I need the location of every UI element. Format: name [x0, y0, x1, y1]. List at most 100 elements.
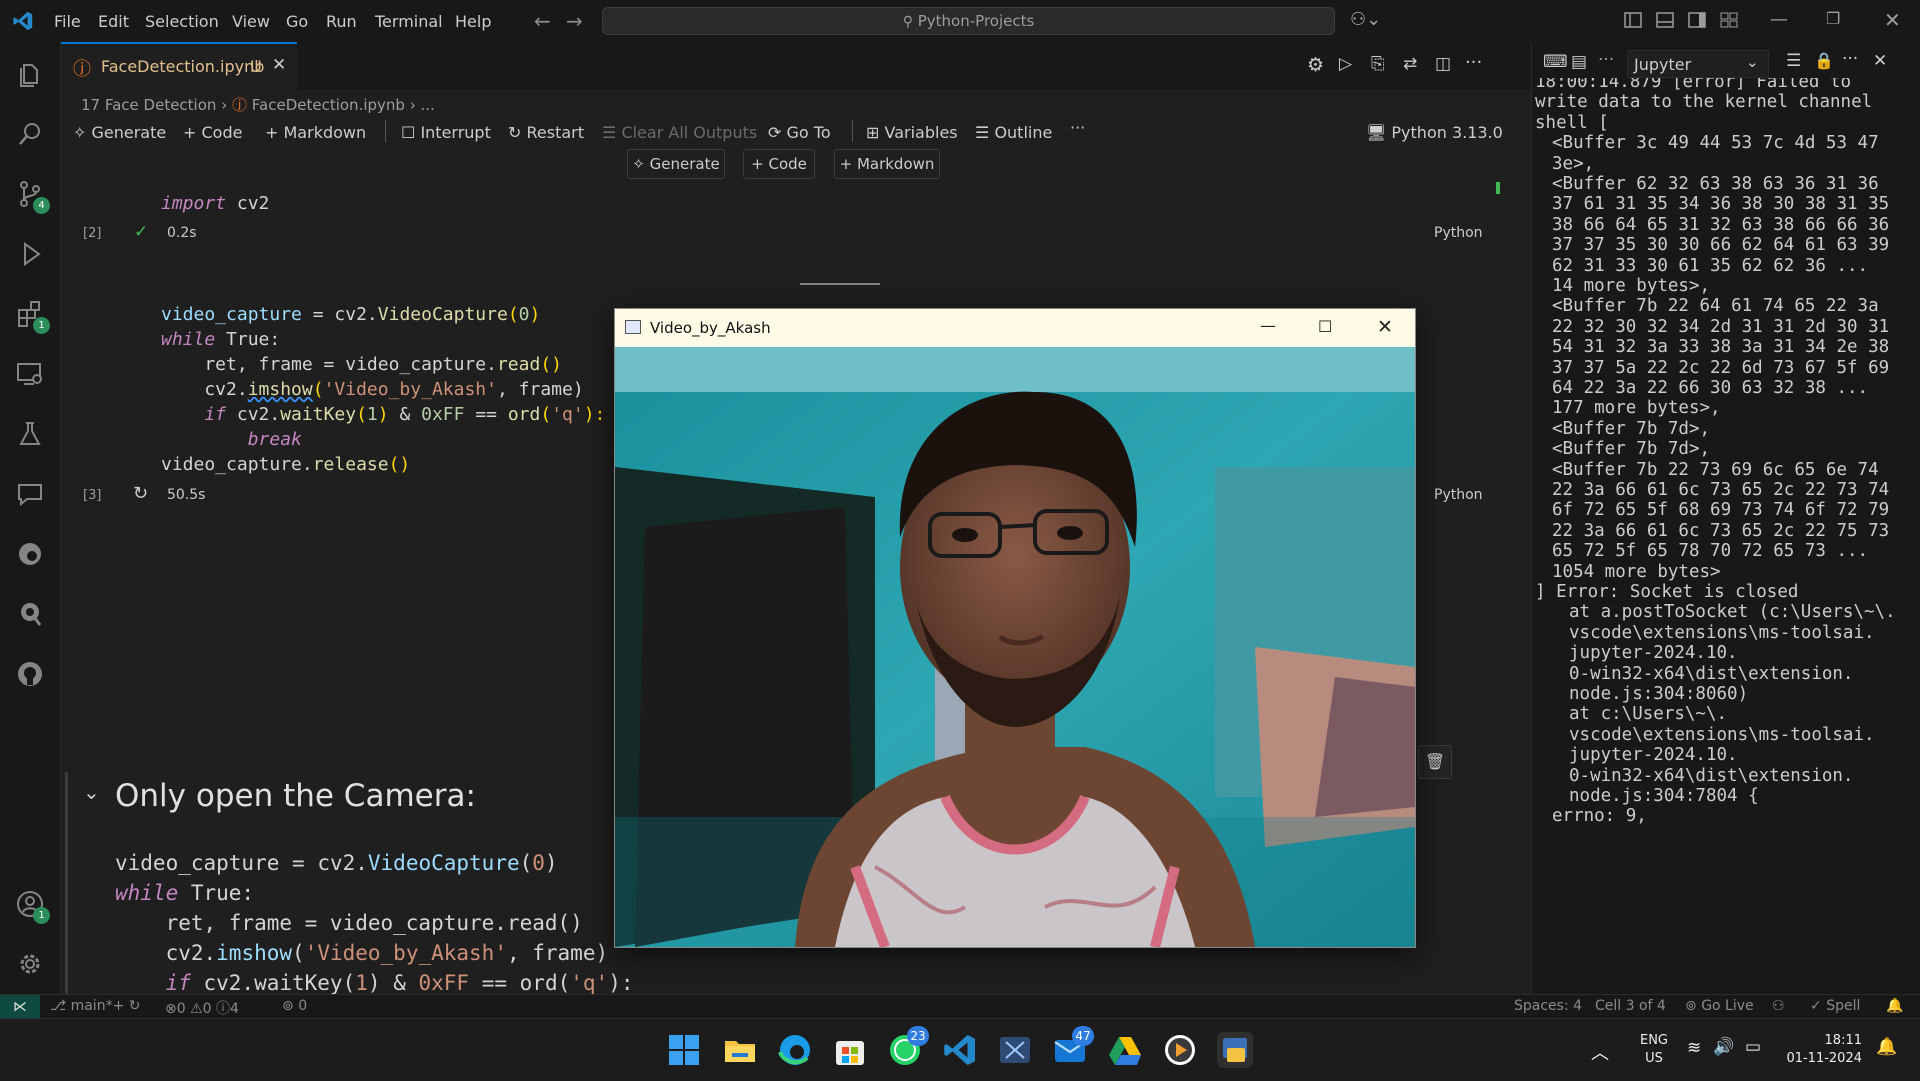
menu-file[interactable]: File	[54, 12, 81, 31]
cell-language[interactable]: Python	[1434, 487, 1483, 503]
show-hidden-icons-chevron-icon[interactable]: ︿	[1591, 1039, 1609, 1065]
delete-cell-button[interactable]: 🗑	[1418, 745, 1452, 779]
menu-terminal[interactable]: Terminal	[375, 12, 443, 31]
outline-button[interactable]: ☰ Outline	[975, 123, 1052, 142]
source-control-icon[interactable]: 4	[15, 179, 50, 214]
panel-close-icon[interactable]: ✕	[1873, 51, 1887, 71]
interrupt-button[interactable]: ☐ Interrupt	[401, 123, 491, 142]
notification-bell-icon[interactable]: 🔔	[1876, 1037, 1897, 1057]
kernel-picker[interactable]: 🖥 Python 3.13.0	[1366, 123, 1503, 142]
menu-view[interactable]: View	[232, 12, 270, 31]
search-icon[interactable]	[15, 119, 45, 149]
split-editor-icon[interactable]: ◫	[1435, 54, 1451, 74]
restore-icon[interactable]: ❐	[1826, 9, 1840, 28]
extensions-icon[interactable]: 1	[15, 299, 50, 334]
remote-explorer-icon[interactable]	[15, 359, 45, 389]
search-editor-icon[interactable]	[15, 599, 45, 629]
output-channel-select[interactable]: Jupyter ⌄	[1627, 50, 1769, 78]
edge-devtools-icon[interactable]	[15, 539, 45, 569]
window-minimize-icon[interactable]: —	[1260, 316, 1276, 335]
indentation-indicator[interactable]: Spaces: 4	[1514, 998, 1582, 1014]
menu-edit[interactable]: Edit	[98, 12, 129, 31]
tab-close-icon[interactable]: ✕	[272, 55, 286, 75]
window-maximize-icon[interactable]: ☐	[1318, 317, 1332, 336]
command-center-search[interactable]: ⚲ Python-Projects	[602, 7, 1335, 35]
filter-lines-icon[interactable]: ☰	[1786, 51, 1801, 71]
close-icon[interactable]: ✕	[1884, 8, 1901, 32]
window-close-icon[interactable]: ✕	[1377, 316, 1393, 338]
explorer-icon[interactable]	[15, 59, 45, 89]
menu-selection[interactable]: Selection	[145, 12, 219, 31]
ports-indicator[interactable]: ⊚ 0	[282, 998, 307, 1014]
lock-scroll-icon[interactable]: 🔒	[1814, 51, 1834, 70]
toggle-primary-sidebar-icon[interactable]	[1624, 12, 1642, 28]
google-drive-icon[interactable]	[1107, 1032, 1143, 1068]
goto-button[interactable]: ⟳ Go To	[768, 123, 831, 142]
terminal-icon[interactable]: ⌨	[1543, 52, 1568, 72]
toggle-panel-icon[interactable]	[1656, 12, 1674, 28]
cell-indicator[interactable]: Cell 3 of 4	[1595, 998, 1666, 1014]
notifications-bell-icon[interactable]: 🔔	[1886, 998, 1903, 1014]
python-app-icon[interactable]	[1217, 1032, 1253, 1068]
output-doc-icon[interactable]: ▤	[1571, 52, 1587, 72]
notebook-settings-gear-icon[interactable]: ⚙	[1307, 54, 1324, 76]
file-explorer-icon[interactable]	[722, 1032, 758, 1068]
breadcrumb-folder[interactable]: 17 Face Detection	[81, 96, 216, 114]
accounts-icon[interactable]: 1	[15, 889, 50, 924]
clock[interactable]: 18:11 01-11-2024	[1782, 1032, 1862, 1068]
insert-generate-button[interactable]: ✧ Generate	[627, 149, 725, 179]
branch-indicator[interactable]: ⎇ main*+ ↻	[50, 998, 141, 1014]
clear-outputs-button[interactable]: ☰ Clear All Outputs	[602, 123, 757, 142]
language-indicator[interactable]: ENG US	[1634, 1032, 1674, 1068]
run-debug-icon[interactable]	[15, 239, 45, 269]
more-actions-icon[interactable]: ···	[1465, 52, 1482, 73]
go-live-button[interactable]: ⊚ Go Live	[1685, 998, 1754, 1014]
breadcrumb-file[interactable]: FaceDetection.ipynb	[252, 96, 405, 114]
remote-indicator[interactable]: ⋉	[0, 995, 40, 1019]
media-player-icon[interactable]	[1162, 1032, 1198, 1068]
panel-views-more-icon[interactable]: ···	[1598, 50, 1614, 70]
menu-run[interactable]: Run	[326, 12, 357, 31]
battery-icon[interactable]: ▭	[1745, 1037, 1761, 1057]
open-changes-icon[interactable]: ⎘	[1371, 54, 1385, 74]
add-markdown-button[interactable]: + Markdown	[265, 123, 366, 142]
breadcrumb-more[interactable]: ...	[421, 96, 435, 114]
toggle-secondary-sidebar-icon[interactable]	[1688, 12, 1706, 28]
cell-language[interactable]: Python	[1434, 225, 1483, 241]
add-code-button[interactable]: + Code	[183, 123, 242, 142]
outlook-mail-icon[interactable]: 47	[1052, 1026, 1094, 1068]
collapse-chevron-icon[interactable]: ⌄	[83, 780, 100, 804]
compare-icon[interactable]: ⇄	[1403, 54, 1417, 74]
microsoft-store-icon[interactable]	[832, 1032, 868, 1068]
copilot-icon[interactable]: ⚇⌄	[1350, 9, 1381, 30]
tab-facedetection[interactable]: ⓙ FaceDetection.ipynb U ✕	[61, 42, 297, 90]
edge-browser-icon[interactable]	[777, 1032, 813, 1068]
vscode-taskbar-icon[interactable]	[942, 1032, 978, 1068]
run-all-icon[interactable]: ▷	[1339, 54, 1352, 74]
menu-help[interactable]: Help	[455, 12, 491, 31]
chat-icon[interactable]	[15, 479, 45, 509]
toolbar-more-button[interactable]: ···	[1070, 118, 1085, 137]
insert-code-button[interactable]: + Code	[743, 149, 815, 179]
problems-indicator[interactable]: ⊗0 ⚠0 ⓘ4	[165, 998, 239, 1018]
forward-arrow-icon[interactable]: →	[566, 9, 583, 33]
spell-indicator[interactable]: ✓ Spell	[1810, 998, 1860, 1014]
variables-button[interactable]: ⊞ Variables	[866, 123, 958, 142]
windows-start-icon[interactable]	[666, 1032, 702, 1068]
minimize-icon[interactable]: —	[1770, 9, 1788, 30]
settings-gear-icon[interactable]	[15, 949, 45, 979]
customize-layout-icon[interactable]	[1720, 12, 1738, 28]
volume-icon[interactable]: 🔊	[1713, 1037, 1734, 1057]
video-window-titlebar[interactable]: Video_by_Akash — ☐ ✕	[615, 309, 1415, 347]
testing-icon[interactable]	[15, 419, 45, 449]
panel-more-icon[interactable]: ···	[1842, 49, 1858, 69]
generate-button[interactable]: ✧ Generate	[73, 123, 166, 142]
copilot-status-icon[interactable]: ⚇	[1772, 998, 1785, 1014]
insert-markdown-button[interactable]: + Markdown	[834, 149, 940, 179]
restart-button[interactable]: ↻ Restart	[508, 123, 584, 142]
whatsapp-icon[interactable]: 23	[887, 1026, 929, 1068]
wifi-icon[interactable]: ≋	[1687, 1038, 1701, 1058]
back-arrow-icon[interactable]: ←	[534, 9, 551, 33]
video-window[interactable]: Video_by_Akash — ☐ ✕	[614, 308, 1416, 948]
snipping-tool-icon[interactable]	[997, 1032, 1033, 1068]
